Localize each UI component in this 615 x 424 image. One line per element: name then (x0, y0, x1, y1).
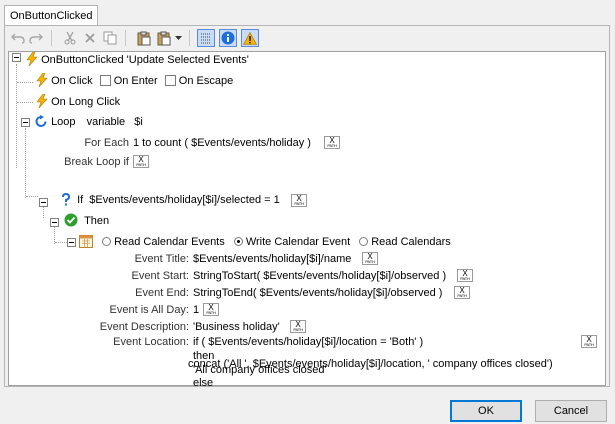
info-icon[interactable] (219, 29, 237, 47)
xpath-path: PATH (457, 293, 467, 298)
tab-onbuttonclicked[interactable]: OnButtonClicked (4, 5, 98, 25)
on-enter-checkbox[interactable] (99, 75, 111, 86)
xpath-button[interactable]: X PATH (203, 303, 219, 316)
tree-connector (17, 82, 33, 83)
event-all-day-value[interactable]: 1 (193, 302, 199, 318)
question-icon (62, 192, 71, 206)
on-click-row[interactable]: On Click On Enter On Escape (36, 72, 234, 89)
xpath-path: PATH (136, 162, 146, 167)
loop-label: Loop (51, 116, 76, 128)
event-all-day-label: Event is All Day: (109, 304, 189, 316)
editor-panel: OnButtonClicked 'Update Selected Events'… (4, 25, 610, 389)
calendar-action-row[interactable]: Read Calendar Events Write Calendar Even… (79, 234, 451, 250)
on-long-click-row[interactable]: On Long Click (36, 93, 121, 110)
lightning-icon (36, 93, 48, 109)
xpath-button[interactable]: X PATH (291, 194, 307, 207)
toolbar-separator (51, 30, 52, 46)
write-calendar-event-radio[interactable] (233, 237, 243, 246)
on-escape-checkbox[interactable] (164, 75, 176, 86)
event-description-value[interactable]: 'Business holiday' (193, 319, 280, 335)
then-label: Then (84, 215, 110, 227)
lightning-icon (36, 72, 48, 88)
on-enter-label: On Enter (113, 75, 158, 87)
warning-icon[interactable] (241, 29, 259, 47)
event-location-line[interactable]: if ( $Events/events/holiday[$i]/location… (193, 334, 423, 350)
root-title: OnButtonClicked 'Update Selected Events' (41, 54, 249, 66)
paste-icon[interactable] (135, 29, 153, 47)
if-label: If (77, 194, 84, 206)
collapse-toggle[interactable] (21, 118, 30, 127)
event-end-label: Event End: (135, 287, 189, 299)
ok-button[interactable]: OK (450, 400, 522, 422)
event-start-value[interactable]: StringToStart( $Events/events/holiday[$i… (193, 268, 446, 284)
event-end-value[interactable]: StringToEnd( $Events/events/holiday[$i]/… (193, 285, 442, 301)
loop-row[interactable]: Loop variable $i (35, 114, 143, 130)
cut-icon[interactable] (61, 29, 79, 47)
on-escape-label: On Escape (178, 75, 234, 87)
event-location-line[interactable]: concat ('All ', $Events/events/holiday[$… (188, 357, 553, 371)
break-loop-label: Break Loop if (64, 156, 129, 168)
collapse-toggle[interactable] (67, 238, 76, 247)
loop-variable-label: variable (86, 116, 126, 128)
xpath-path: PATH (365, 259, 375, 264)
event-location-label: Event Location: (113, 336, 189, 348)
tree-root[interactable]: OnButtonClicked 'Update Selected Events' (26, 51, 249, 68)
toolbar-separator (189, 30, 190, 46)
write-calendar-event-label: Write Calendar Event (245, 236, 351, 248)
check-circle-icon (64, 213, 78, 227)
read-calendar-events-label: Read Calendar Events (114, 236, 225, 248)
xpath-path: PATH (293, 327, 303, 332)
xpath-path: PATH (327, 143, 337, 148)
loop-icon (35, 115, 47, 127)
xpath-button[interactable]: X PATH (454, 286, 470, 299)
collapse-toggle[interactable] (39, 198, 48, 207)
read-calendar-events-radio[interactable] (102, 237, 112, 246)
then-row[interactable]: Then (64, 213, 109, 229)
xpath-button[interactable]: X PATH (457, 269, 473, 282)
event-title-label: Event Title: (134, 253, 189, 265)
for-each-value[interactable]: 1 to count ( $Events/events/holiday ) (133, 135, 311, 151)
cancel-button[interactable]: Cancel (535, 400, 607, 422)
view-tree-icon[interactable] (197, 29, 215, 47)
xpath-path: PATH (460, 276, 470, 281)
undo-icon[interactable] (9, 29, 27, 47)
on-click-label: On Click (51, 75, 93, 87)
toolbar (5, 26, 609, 50)
event-description-label: Event Description: (99, 321, 189, 333)
toolbar-separator (125, 30, 126, 46)
tree-connector (26, 196, 38, 197)
tree-connector (17, 102, 33, 103)
tree-connector (16, 64, 17, 168)
if-row[interactable]: If $Events/events/holiday[$i]/selected =… (61, 192, 280, 208)
on-long-click-label: On Long Click (51, 96, 121, 108)
event-start-label: Event Start: (131, 270, 189, 282)
xpath-button[interactable]: X PATH (290, 320, 306, 333)
tree-connector (25, 128, 26, 198)
tree-connector (54, 224, 55, 244)
if-condition: $Events/events/holiday[$i]/selected = 1 (89, 194, 280, 206)
loop-variable-value: $i (134, 116, 143, 128)
for-each-label: For Each (84, 137, 129, 149)
copy-icon[interactable] (101, 29, 119, 47)
calendar-icon (79, 235, 93, 248)
read-calendars-label: Read Calendars (371, 236, 451, 248)
action-tree[interactable]: OnButtonClicked 'Update Selected Events'… (8, 51, 606, 389)
xpath-button[interactable]: X PATH (362, 252, 378, 265)
xpath-button[interactable]: X PATH (581, 335, 597, 348)
collapse-toggle[interactable] (50, 218, 59, 227)
xpath-button[interactable]: X PATH (133, 155, 149, 168)
xpath-path: PATH (584, 342, 594, 347)
read-calendars-radio[interactable] (359, 237, 369, 246)
delete-icon[interactable] (81, 29, 99, 47)
paste-special-icon[interactable] (155, 29, 173, 47)
dropdown-arrow-icon[interactable] (173, 29, 183, 47)
xpath-button[interactable]: X PATH (324, 136, 340, 149)
xpath-path: PATH (294, 201, 304, 206)
xpath-path: PATH (206, 310, 216, 315)
collapse-toggle[interactable] (12, 53, 21, 62)
redo-icon[interactable] (27, 29, 45, 47)
event-title-value[interactable]: $Events/events/holiday[$i]/name (193, 251, 351, 267)
event-location-line[interactable]: else (193, 376, 213, 390)
lightning-icon (26, 51, 38, 67)
